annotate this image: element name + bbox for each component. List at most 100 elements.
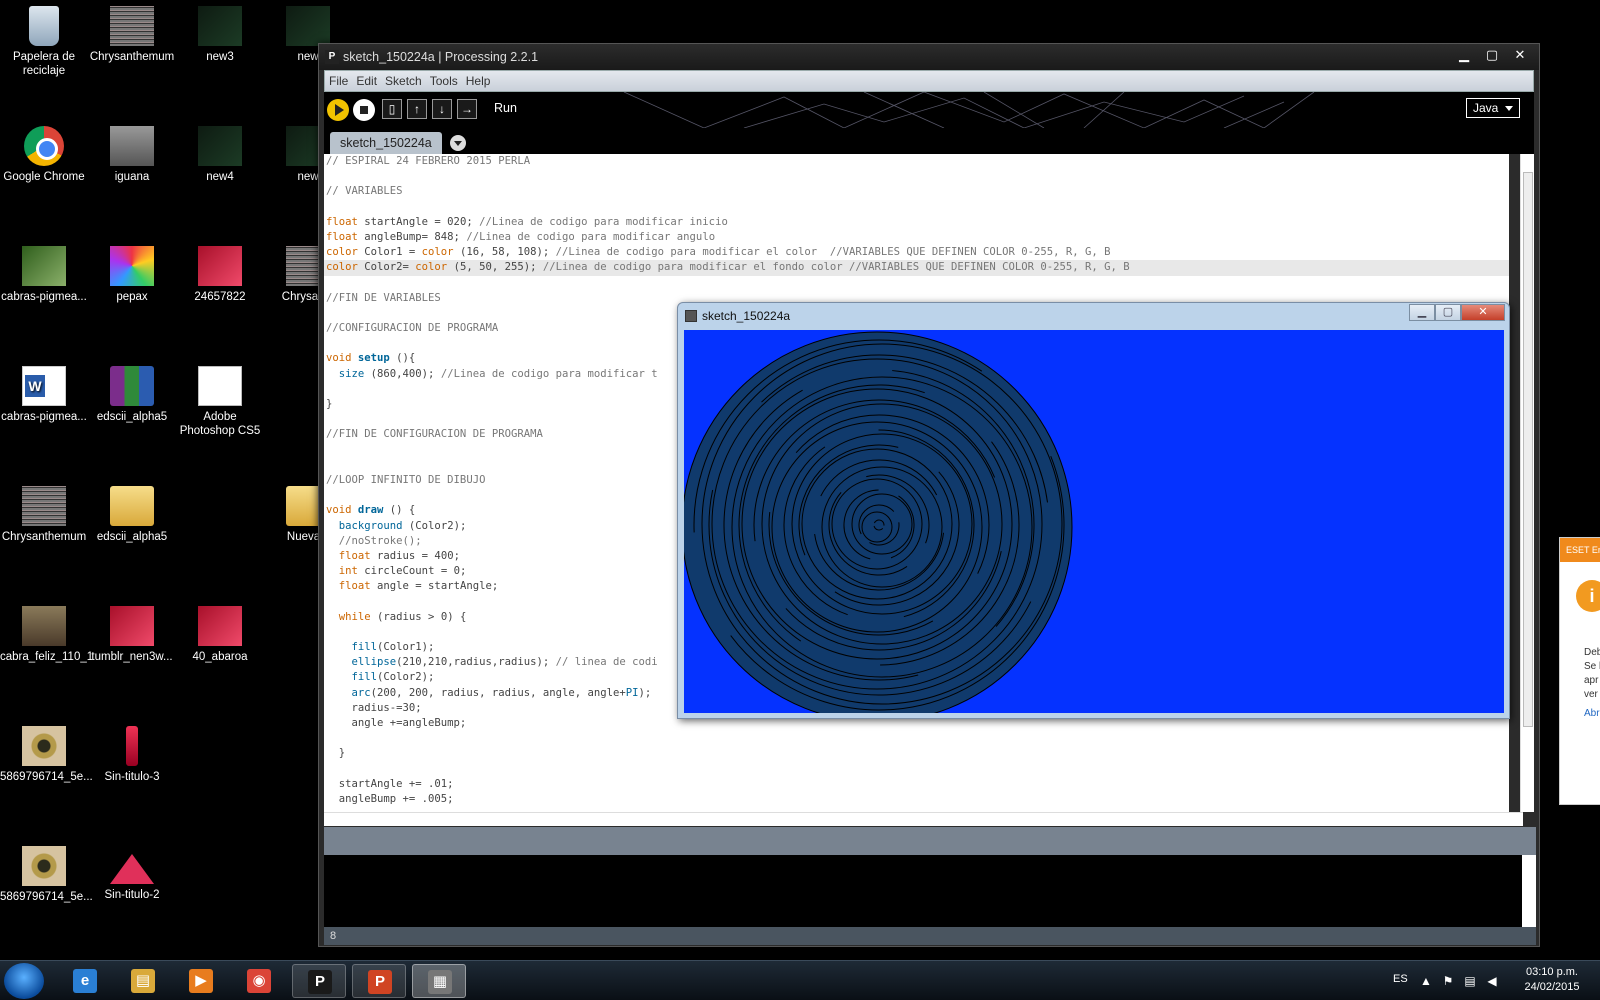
sketch-canvas[interactable] bbox=[684, 330, 1504, 713]
desktop-icon-label: Chrysanthemum bbox=[1, 531, 87, 543]
eset-notification[interactable]: ESET En i Deb Se l apr ver Abr bbox=[1559, 537, 1600, 805]
desktop-icon-label: edscii_alpha5 bbox=[96, 531, 168, 543]
scrollbar-thumb[interactable] bbox=[1523, 172, 1533, 727]
desktop-icon-label: Adobe Photoshop CS5 bbox=[179, 411, 261, 437]
desktop-icon[interactable]: pepax bbox=[88, 246, 176, 304]
spiral-ring bbox=[861, 511, 893, 543]
console-scrollbar[interactable] bbox=[1522, 855, 1536, 927]
code-token: //Linea de codigo para modificar el colo… bbox=[555, 246, 1111, 259]
taskbar-app[interactable]: e bbox=[58, 964, 112, 998]
taskbar-app[interactable]: ▶ bbox=[174, 964, 228, 998]
code-line: color Color1 = color (16, 58, 108); //Li… bbox=[324, 245, 1509, 260]
code-token: fill bbox=[351, 641, 378, 653]
desktop-icon[interactable]: 40_abaroa bbox=[176, 606, 264, 664]
mode-select[interactable]: Java bbox=[1466, 98, 1520, 118]
export-icon[interactable]: → bbox=[457, 99, 477, 119]
desktop-icon[interactable]: 5869796714_5e... bbox=[0, 846, 93, 904]
code-token: color bbox=[326, 261, 358, 274]
editor-vertical-scrollbar[interactable] bbox=[1520, 154, 1534, 812]
new-icon[interactable]: ▯ bbox=[382, 99, 402, 119]
tab-menu-icon[interactable] bbox=[450, 135, 466, 151]
desktop-icon[interactable]: tumblr_nen3w... bbox=[88, 606, 176, 664]
run-icon[interactable] bbox=[327, 99, 349, 121]
close-icon[interactable]: ✕ bbox=[1507, 46, 1533, 64]
desktop-icon[interactable]: Chrysanthemum bbox=[0, 486, 88, 544]
desktop-icon[interactable]: edscii_alpha5 bbox=[88, 486, 176, 544]
volume-icon[interactable]: ◀ bbox=[1485, 974, 1499, 988]
desktop-icon[interactable]: new4 bbox=[176, 126, 264, 184]
processing-titlebar[interactable]: P sketch_150224a | Processing 2.2.1 ▁ ▢ … bbox=[319, 44, 1539, 70]
close-icon[interactable]: ✕ bbox=[1461, 304, 1505, 321]
code-token: ); bbox=[638, 686, 652, 699]
code-token: radius-=30; bbox=[326, 701, 422, 714]
code-token: // VARIABLES bbox=[326, 185, 403, 198]
desktop-icon[interactable]: new3 bbox=[176, 6, 264, 64]
language-indicator[interactable]: ES bbox=[1393, 973, 1408, 985]
sketch-window-controls: ▁ ▢ ✕ bbox=[1409, 304, 1505, 321]
code-token: (Color1); bbox=[377, 641, 435, 653]
action-center-flag-icon[interactable]: ⚑ bbox=[1441, 974, 1455, 988]
desktop-icon[interactable]: cabra_feliz_110_1 bbox=[0, 606, 93, 664]
start-button[interactable] bbox=[4, 963, 44, 999]
code-token: float bbox=[326, 215, 358, 228]
console-area[interactable] bbox=[324, 855, 1536, 927]
red-icon bbox=[198, 246, 242, 286]
tall-icon bbox=[126, 726, 138, 766]
desktop-icon[interactable]: Papelera de reciclaje bbox=[0, 6, 88, 78]
desktop-icon[interactable]: cabras-pigmea... bbox=[0, 366, 88, 424]
code-token: //Linea de codigo para modificar t bbox=[440, 367, 658, 380]
code-token: arc bbox=[351, 686, 371, 699]
taskbar-app[interactable]: ▦ bbox=[412, 964, 466, 998]
code-token: startAngle = 020; bbox=[357, 215, 480, 228]
show-hidden-icons-icon[interactable]: ▲ bbox=[1419, 974, 1433, 988]
tab-sketch[interactable]: sketch_150224a bbox=[330, 132, 442, 154]
desktop-icon[interactable]: Google Chrome bbox=[0, 126, 88, 184]
menu-tools[interactable]: Tools bbox=[426, 74, 462, 88]
menu-sketch[interactable]: Sketch bbox=[381, 74, 426, 88]
desktop-icon[interactable]: 5869796714_5e... bbox=[0, 726, 93, 784]
chrome-icon: ◉ bbox=[247, 969, 271, 993]
taskbar-app[interactable]: P bbox=[292, 964, 346, 998]
desktop-icon[interactable]: Sin-titulo-3 bbox=[88, 726, 176, 784]
stop-icon[interactable] bbox=[353, 99, 375, 121]
code-token: (radius > 0) { bbox=[370, 610, 467, 623]
minimize-icon[interactable]: ▁ bbox=[1451, 46, 1477, 64]
desktop-icon[interactable]: Chrysanthemum bbox=[88, 6, 176, 64]
code-line: } bbox=[324, 746, 1509, 761]
desktop-icon[interactable]: cabras-pigmea... bbox=[0, 246, 88, 304]
desktop-icon-label: cabras-pigmea... bbox=[1, 291, 87, 303]
code-token: (5, 50, 255); bbox=[447, 261, 543, 274]
eset-open-link[interactable]: Abr bbox=[1584, 708, 1600, 719]
clock[interactable]: 03:10 p.m. 24/02/2015 bbox=[1514, 965, 1590, 995]
code-token: float bbox=[338, 549, 371, 562]
eye-icon bbox=[22, 726, 66, 766]
code-token: float bbox=[326, 230, 358, 243]
save-icon[interactable]: ↓ bbox=[432, 99, 452, 119]
desktop-icon[interactable]: iguana bbox=[88, 126, 176, 184]
menu-help[interactable]: Help bbox=[462, 74, 495, 88]
taskbar-app[interactable]: ▤ bbox=[116, 964, 170, 998]
network-icon[interactable]: ▤ bbox=[1463, 974, 1477, 988]
code-token: //LOOP INFINITO DE DIBUJO bbox=[326, 473, 486, 486]
maximize-icon[interactable]: ▢ bbox=[1479, 46, 1505, 64]
taskbar-app[interactable]: ◉ bbox=[232, 964, 286, 998]
sketch-titlebar[interactable]: sketch_150224a ▁ ▢ ✕ bbox=[678, 303, 1509, 329]
desktop-icon[interactable]: edscii_alpha5 bbox=[88, 366, 176, 424]
goat-icon bbox=[22, 606, 66, 646]
maximize-icon[interactable]: ▢ bbox=[1435, 304, 1461, 321]
menu-file[interactable]: File bbox=[325, 74, 352, 88]
processing-app-icon: P bbox=[325, 50, 339, 64]
desktop-icon[interactable]: Sin-titulo-2 bbox=[88, 846, 176, 902]
minimize-icon[interactable]: ▁ bbox=[1409, 304, 1435, 321]
code-token: void bbox=[326, 352, 352, 365]
noise-icon bbox=[110, 6, 154, 46]
code-line: // ESPIRAL 24 FEBRERO 2015 PERLA bbox=[324, 154, 1509, 169]
menu-edit[interactable]: Edit bbox=[352, 74, 381, 88]
open-icon[interactable]: ↑ bbox=[407, 99, 427, 119]
taskbar-app[interactable]: P bbox=[352, 964, 406, 998]
desktop-icon[interactable]: 24657822 bbox=[176, 246, 264, 304]
desktop-icon[interactable]: Adobe Photoshop CS5 bbox=[176, 366, 264, 438]
editor-horizontal-scrollbar[interactable] bbox=[324, 812, 1523, 826]
